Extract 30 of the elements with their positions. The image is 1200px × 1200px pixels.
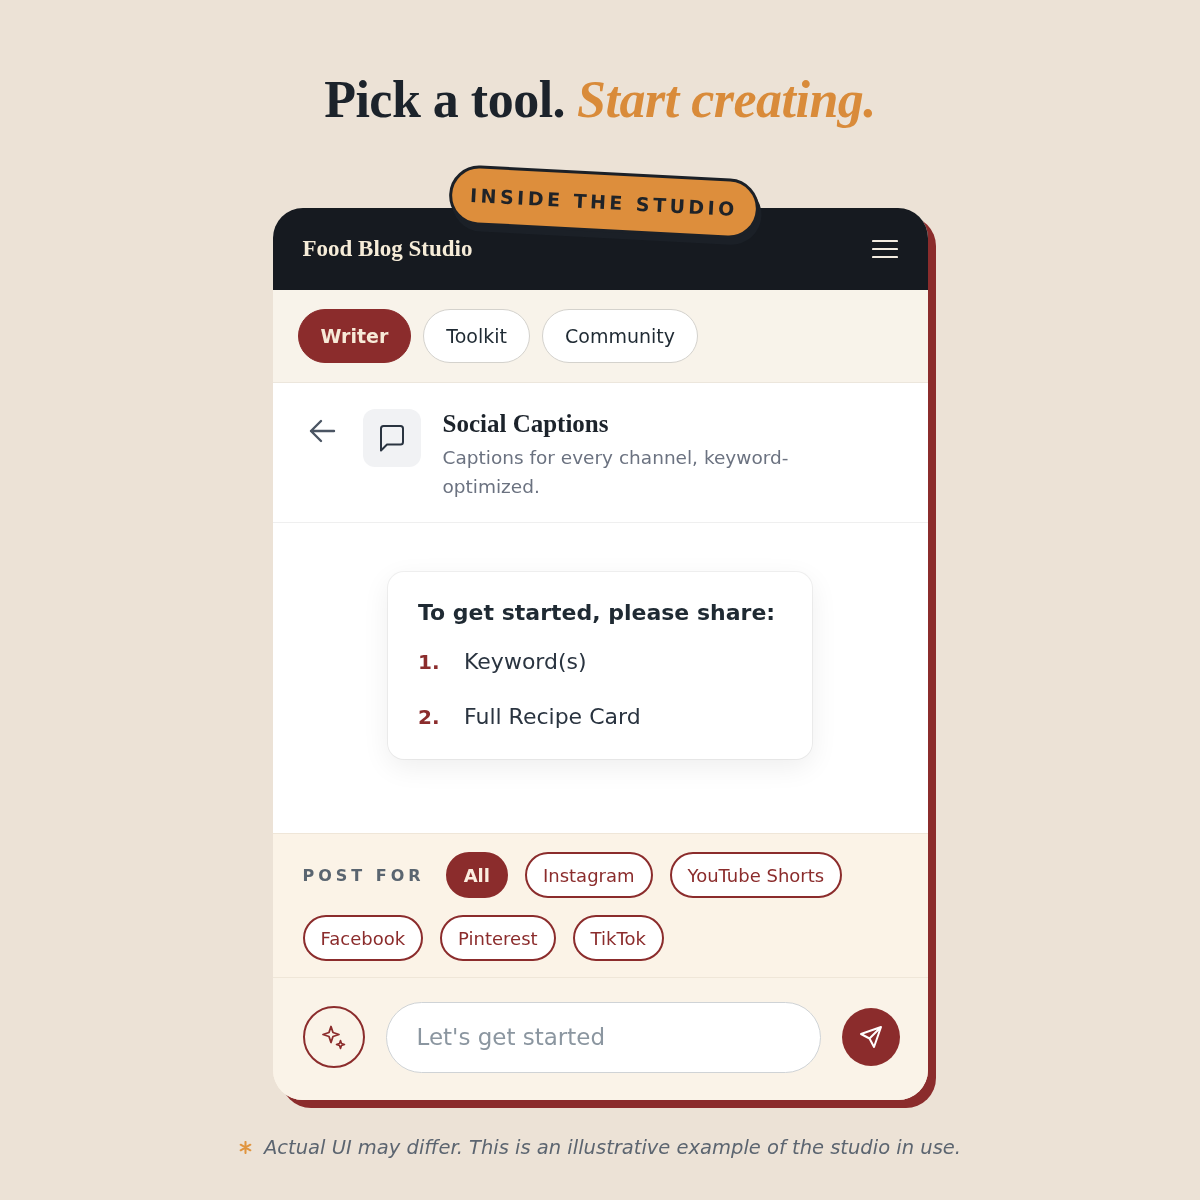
platform-chip[interactable]: YouTube Shorts — [669, 852, 843, 898]
chat-bubble-icon — [362, 409, 421, 467]
list-number: 2. — [418, 705, 441, 729]
headline-text: Pick a tool. — [324, 70, 566, 130]
headline-accent-text: Start creating. — [577, 70, 876, 130]
filter-label: POST FOR — [302, 865, 425, 885]
sparkle-button[interactable] — [302, 1006, 365, 1068]
prompt-title: To get started, please share: — [418, 600, 777, 625]
platform-chip[interactable]: TikTok — [572, 915, 664, 961]
sparkle-icon — [320, 1024, 347, 1050]
platform-chip[interactable]: Instagram — [524, 852, 653, 898]
tab[interactable]: Toolkit — [423, 309, 530, 363]
disclaimer-text: Actual UI may differ. This is an illustrative example of the studio in use. — [264, 1136, 961, 1159]
list-number: 1. — [418, 650, 441, 674]
back-arrow-icon[interactable] — [307, 419, 336, 443]
message-input[interactable]: Let's get started — [385, 1001, 821, 1073]
send-button[interactable] — [841, 1008, 900, 1066]
tab[interactable]: Community — [542, 309, 698, 363]
tool-description: Captions for every channel, keyword-optimized. — [442, 446, 790, 499]
tab[interactable]: Writer — [297, 309, 412, 363]
platform-chip[interactable]: Facebook — [302, 915, 424, 961]
tool-title: Social Captions — [442, 409, 610, 439]
asterisk-icon — [239, 1141, 252, 1154]
platform-chip[interactable]: All — [445, 852, 508, 898]
menu-icon[interactable] — [871, 239, 898, 259]
list-item-text: Full Recipe Card — [464, 704, 641, 729]
sticker-label: INSIDE THE STUDIO — [447, 163, 760, 241]
send-icon — [857, 1024, 884, 1050]
platform-chip[interactable]: Pinterest — [440, 915, 556, 961]
list-item-text: Keyword(s) — [464, 649, 587, 674]
